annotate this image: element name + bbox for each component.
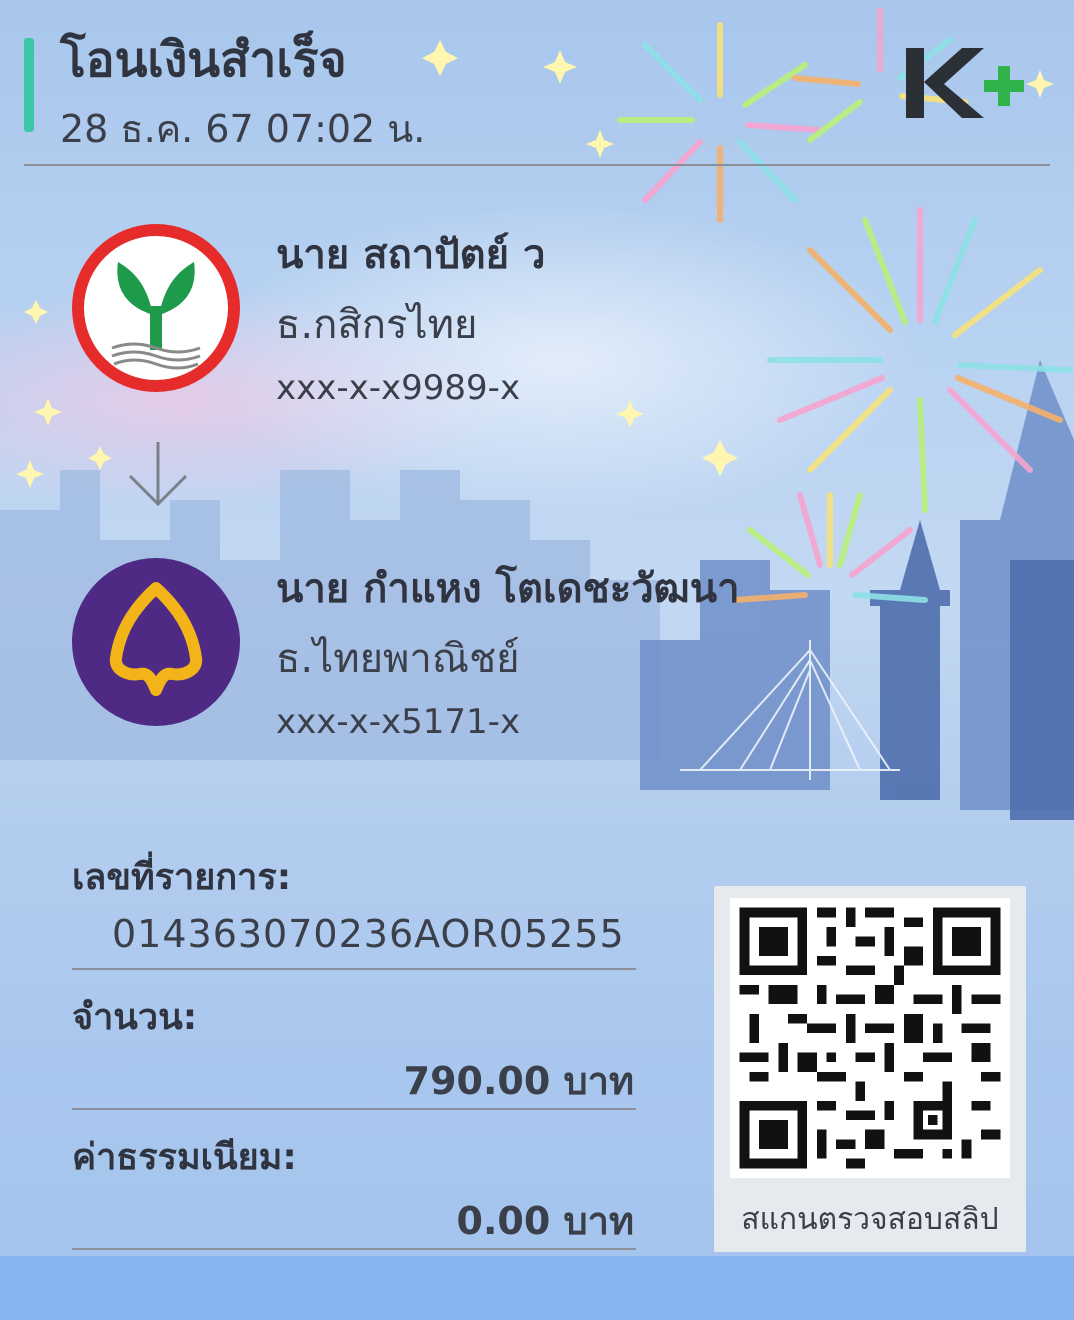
divider xyxy=(72,968,636,970)
receiver-bank: ธ.ไทยพาณิชย์ xyxy=(276,636,520,682)
scb-bank-logo xyxy=(72,558,240,726)
sender-bank: ธ.กสิกรไทย xyxy=(276,302,478,348)
kplus-logo xyxy=(906,48,1024,118)
footer-bar xyxy=(0,1256,1074,1320)
sender-account: xxx-x-x9989-x xyxy=(276,368,521,408)
kasikorn-logo-inner xyxy=(84,236,228,380)
arrow-down-icon xyxy=(128,442,188,507)
transaction-datetime: 28 ธ.ค. 67 07:02 น. xyxy=(60,107,426,151)
reference-label: เลขที่รายการ: xyxy=(72,857,292,898)
receiver-name: นาย กำแหง โตเดชะวัฒนา xyxy=(276,566,740,612)
sender-name: นาย สถาปัตย์ ว xyxy=(276,232,546,278)
reference-value: 014363070236AOR05255 xyxy=(112,912,625,956)
receiver-account: xxx-x-x5171-x xyxy=(276,702,521,742)
qr-verify-panel[interactable]: สแกนตรวจสอบสลิป xyxy=(714,886,1026,1252)
amount-label: จำนวน: xyxy=(72,997,198,1038)
kasikorn-bank-logo xyxy=(72,224,240,392)
page-title: โอนเงินสำเร็จ xyxy=(60,32,347,88)
divider xyxy=(72,1108,636,1110)
amount-value: 790.00 บาท xyxy=(403,1059,634,1103)
fee-label: ค่าธรรมเนียม: xyxy=(72,1137,297,1178)
divider xyxy=(72,1248,636,1250)
qr-caption: สแกนตรวจสอบสลิป xyxy=(741,1202,999,1237)
kasikorn-leaf-icon xyxy=(111,262,201,370)
fee-value: 0.00 บาท xyxy=(456,1199,635,1243)
scb-emblem-icon xyxy=(109,582,203,696)
header-accent-bar xyxy=(24,38,34,132)
qr-code[interactable] xyxy=(730,898,1010,1178)
header-divider xyxy=(24,164,1050,166)
